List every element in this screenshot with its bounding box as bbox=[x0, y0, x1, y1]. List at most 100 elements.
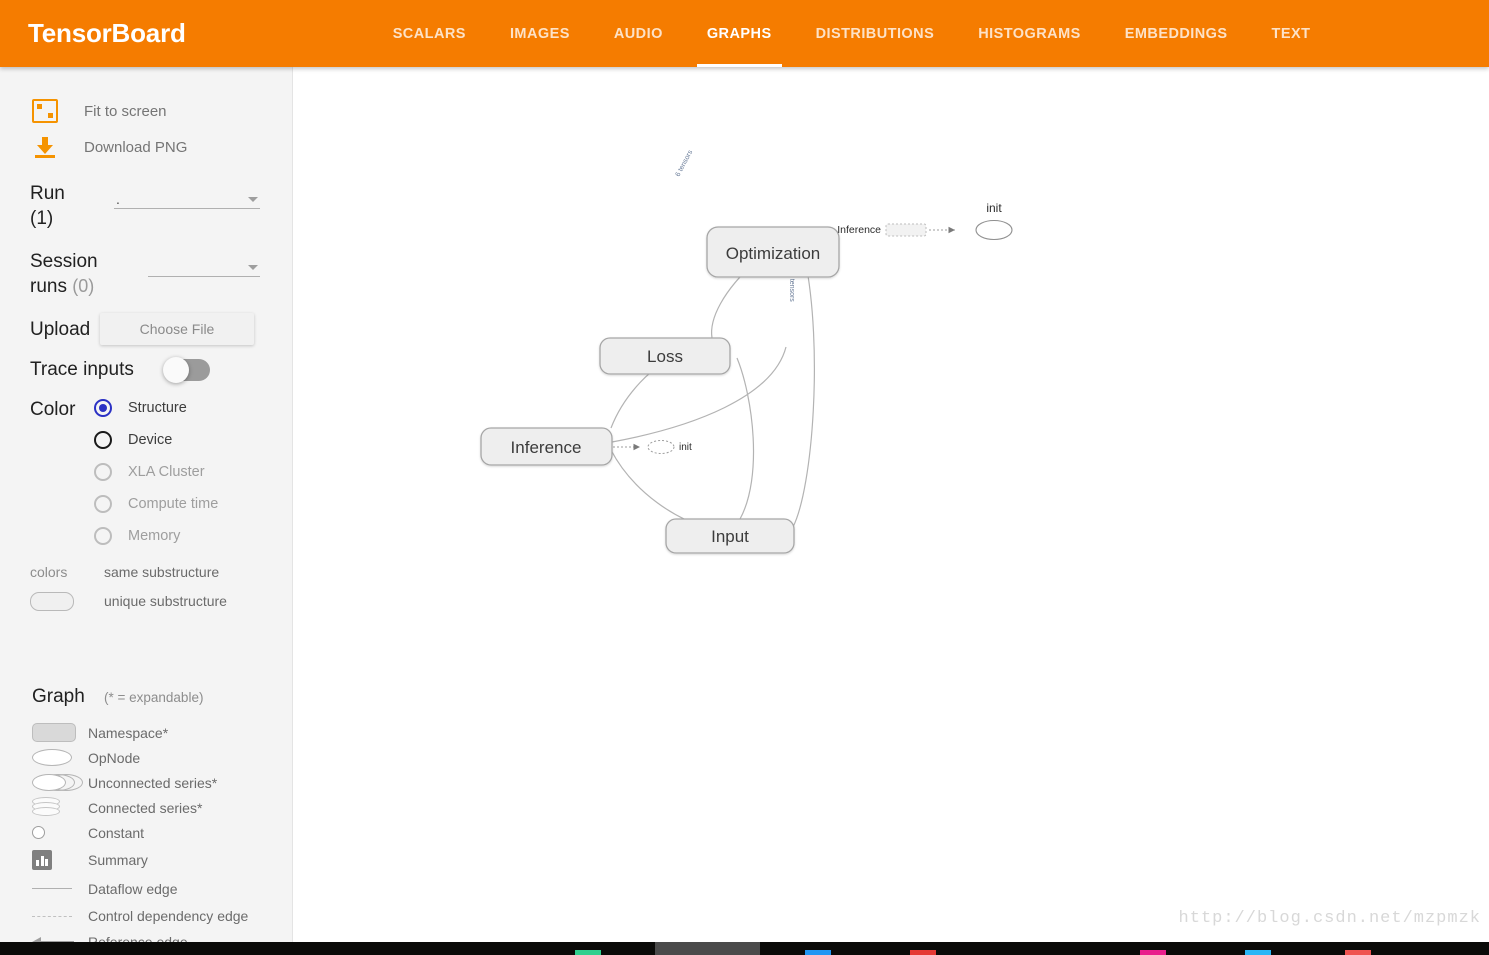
radio-icon bbox=[94, 527, 112, 545]
node-input-label: Input bbox=[711, 527, 749, 546]
app-header: TensorBoard SCALARS IMAGES AUDIO GRAPHS … bbox=[0, 0, 1489, 67]
session-runs-count: (0) bbox=[72, 276, 95, 296]
main-nav-tabs: SCALARS IMAGES AUDIO GRAPHS DISTRIBUTION… bbox=[371, 0, 1333, 67]
graph-legend-note: (* = expandable) bbox=[104, 690, 204, 705]
node-loss[interactable]: Loss bbox=[599, 337, 731, 375]
session-runs-label-line1: Session bbox=[30, 251, 98, 272]
legend-item-reference-edge: Reference edge bbox=[32, 929, 292, 942]
radio-icon bbox=[94, 463, 112, 481]
graph-legend-title: Graph bbox=[32, 686, 85, 707]
legend-item-control-dependency-edge: Control dependency edge bbox=[32, 903, 292, 929]
init-node-shape[interactable] bbox=[647, 440, 675, 454]
download-icon bbox=[32, 135, 58, 159]
summary-icon bbox=[32, 849, 88, 870]
color-option-xla-cluster[interactable]: XLA Cluster bbox=[94, 456, 274, 488]
same-substructure-label: same substructure bbox=[104, 564, 220, 580]
tab-text[interactable]: TEXT bbox=[1250, 0, 1333, 67]
node-inference-label: Inference bbox=[511, 438, 582, 457]
node-optimization[interactable]: Optimization bbox=[706, 226, 840, 278]
namespace-icon bbox=[32, 723, 88, 742]
preview-source-label: Inference bbox=[837, 224, 881, 236]
legend-item-connected-series: Connected series* bbox=[32, 795, 292, 820]
legend-item-dataflow-edge: Dataflow edge bbox=[32, 874, 292, 903]
tensorboard-app: TensorBoard SCALARS IMAGES AUDIO GRAPHS … bbox=[0, 0, 1489, 955]
color-option-device-label: Device bbox=[128, 432, 173, 448]
preview-init-shape bbox=[975, 219, 1013, 241]
session-runs-select[interactable] bbox=[148, 253, 260, 277]
color-option-memory-label: Memory bbox=[128, 528, 181, 544]
color-option-device[interactable]: Device bbox=[94, 424, 274, 456]
unconnected-series-icon bbox=[32, 773, 88, 792]
upload-label: Upload bbox=[30, 318, 91, 340]
color-option-compute-time-label: Compute time bbox=[128, 496, 219, 512]
graph-svg[interactable]: 6 tensors 5 tensors 3 tensors init Optim… bbox=[293, 67, 1489, 942]
preview-source-shape bbox=[885, 223, 927, 237]
init-node-label: init bbox=[679, 442, 692, 453]
node-optimization-label: Optimization bbox=[726, 244, 820, 263]
trace-inputs-toggle[interactable] bbox=[163, 356, 210, 383]
legend-item-unconnected-series: Unconnected series* bbox=[32, 770, 292, 795]
node-loss-label: Loss bbox=[647, 347, 683, 366]
legend-label: OpNode bbox=[88, 749, 141, 766]
color-option-structure-label: Structure bbox=[128, 400, 187, 416]
legend-label: Connected series* bbox=[88, 799, 203, 816]
session-runs-select-value bbox=[148, 275, 248, 276]
color-option-compute-time[interactable]: Compute time bbox=[94, 488, 274, 520]
trace-inputs-label: Trace inputs bbox=[30, 359, 134, 380]
tab-scalars[interactable]: SCALARS bbox=[371, 0, 488, 67]
preview-init-label: init bbox=[986, 201, 1002, 215]
watermark-text: http://blog.csdn.net/mzpmzk bbox=[1178, 909, 1481, 928]
graph-canvas[interactable]: 6 tensors 5 tensors 3 tensors init Optim… bbox=[293, 67, 1489, 942]
graph-edges bbox=[610, 258, 815, 530]
graph-edge-labels: 6 tensors 5 tensors 3 tensors bbox=[675, 149, 795, 303]
run-count: (1) bbox=[30, 208, 54, 229]
legend-label: Constant bbox=[88, 824, 145, 841]
tab-histograms[interactable]: HISTOGRAMS bbox=[956, 0, 1103, 67]
radio-icon bbox=[94, 399, 112, 417]
unique-substructure-label: unique substructure bbox=[104, 593, 227, 609]
graph-hover-preview: Inference init bbox=[837, 201, 1013, 241]
os-taskbar bbox=[0, 942, 1489, 955]
tab-images[interactable]: IMAGES bbox=[488, 0, 592, 67]
color-option-memory[interactable]: Memory bbox=[94, 520, 274, 552]
tab-audio[interactable]: AUDIO bbox=[592, 0, 685, 67]
radio-icon bbox=[94, 431, 112, 449]
legend-item-summary: Summary bbox=[32, 845, 292, 874]
legend-item-opnode: OpNode bbox=[32, 745, 292, 770]
colors-label: colors bbox=[30, 564, 68, 580]
run-select-value: . bbox=[116, 191, 120, 207]
color-option-structure[interactable]: Structure bbox=[94, 392, 274, 424]
download-png-label: Download PNG bbox=[84, 138, 188, 156]
fit-to-screen-icon bbox=[32, 99, 58, 123]
legend-label: Summary bbox=[88, 851, 148, 868]
run-select[interactable]: . bbox=[114, 185, 260, 209]
chevron-down-icon bbox=[248, 265, 258, 270]
choose-file-button[interactable]: Choose File bbox=[100, 313, 254, 345]
fit-to-screen-label: Fit to screen bbox=[84, 102, 167, 120]
dataflow-edge-icon bbox=[32, 888, 88, 889]
node-input[interactable]: Input bbox=[665, 518, 795, 554]
tab-graphs[interactable]: GRAPHS bbox=[685, 0, 794, 67]
chevron-down-icon bbox=[248, 197, 258, 202]
app-brand: TensorBoard bbox=[28, 18, 186, 48]
unique-substructure-swatch bbox=[30, 591, 104, 611]
legend-item-namespace: Namespace* bbox=[32, 720, 292, 745]
constant-icon bbox=[32, 826, 88, 839]
control-dependency-edge-icon bbox=[32, 915, 88, 917]
init-control-edge: init bbox=[613, 440, 692, 454]
session-runs-label-line2: runs (0) bbox=[30, 276, 95, 297]
fit-to-screen-button[interactable]: Fit to screen bbox=[0, 93, 292, 129]
color-label: Color bbox=[30, 399, 76, 420]
tab-distributions[interactable]: DISTRIBUTIONS bbox=[794, 0, 957, 67]
tab-embeddings[interactable]: EMBEDDINGS bbox=[1103, 0, 1250, 67]
edge-label-6-tensors: 6 tensors bbox=[675, 149, 695, 178]
node-inference[interactable]: Inference bbox=[480, 427, 613, 466]
toggle-knob bbox=[163, 356, 189, 383]
opnode-icon bbox=[32, 749, 88, 766]
graph-controls-sidebar: Fit to screen Download PNG Run (1) . Ses… bbox=[0, 67, 293, 942]
download-png-button[interactable]: Download PNG bbox=[0, 129, 292, 165]
legend-label: Unconnected series* bbox=[88, 774, 218, 791]
radio-icon bbox=[94, 495, 112, 513]
run-label: Run bbox=[30, 183, 65, 204]
legend-item-constant: Constant bbox=[32, 820, 292, 845]
